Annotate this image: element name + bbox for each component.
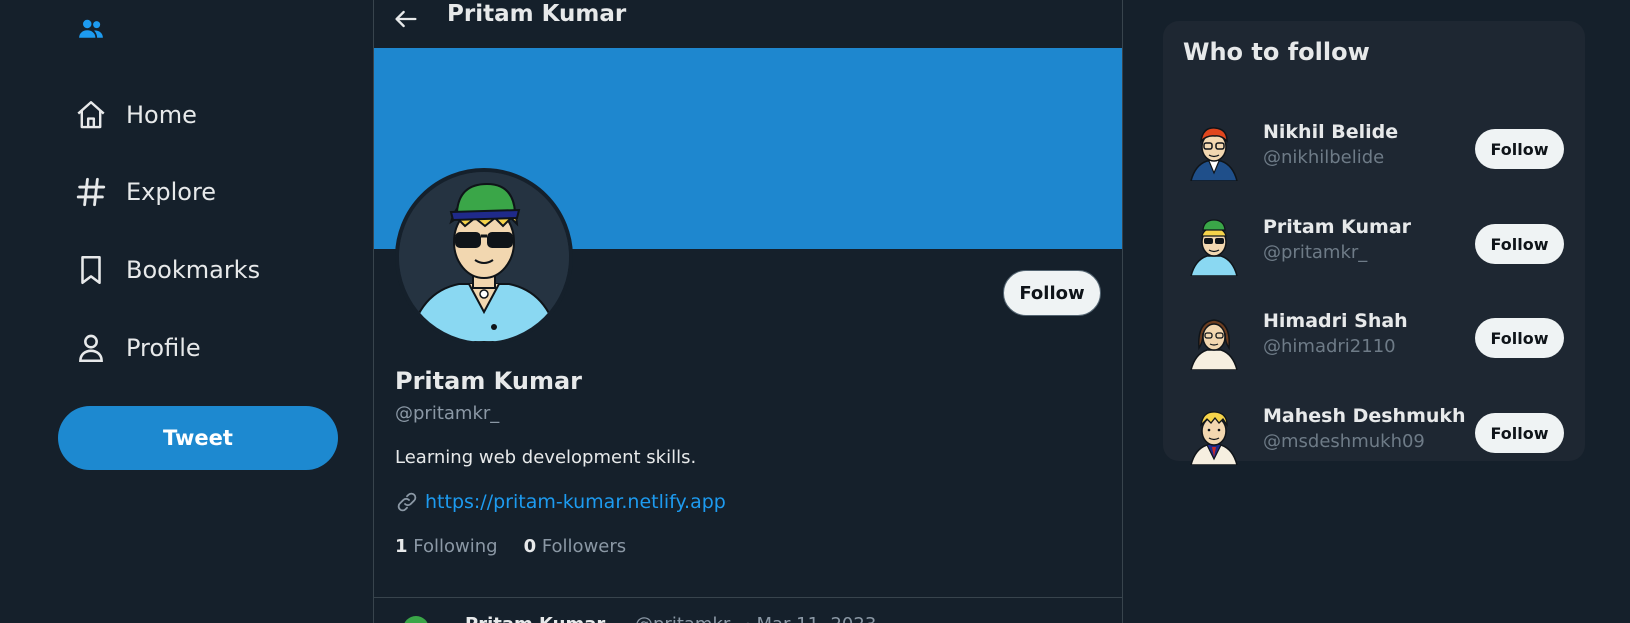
profile-bio: Learning web development skills.	[395, 447, 697, 468]
following-label: Following	[413, 536, 498, 557]
suggestion-handle: @nikhilbelide	[1263, 147, 1385, 168]
avatar	[1190, 219, 1238, 276]
followers-stat[interactable]: 0 Followers	[524, 536, 627, 557]
follow-button[interactable]: Follow	[1475, 413, 1564, 453]
nav-profile[interactable]: Profile	[74, 323, 201, 373]
page-title: Pritam Kumar	[447, 1, 627, 27]
follow-button[interactable]: Follow	[1475, 224, 1564, 264]
profile-stats: 1 Following 0 Followers	[395, 536, 626, 557]
nav-home[interactable]: Home	[74, 90, 197, 140]
arrow-left-icon[interactable]	[392, 5, 420, 33]
suggestion-name: Himadri Shah	[1263, 310, 1408, 332]
tweet-button[interactable]: Tweet	[58, 406, 338, 470]
following-count: 1	[395, 536, 408, 557]
suggestion-name: Nikhil Belide	[1263, 121, 1399, 143]
follow-button[interactable]: Follow	[1475, 129, 1564, 169]
nav-profile-label: Profile	[126, 334, 201, 362]
profile-header: Pritam Kumar	[374, 0, 1122, 48]
suggestion-name: Pritam Kumar	[1263, 216, 1412, 238]
avatar	[1190, 411, 1238, 465]
suggestion-row[interactable]: Nikhil Belide @nikhilbelide Follow	[1163, 113, 1585, 185]
followers-label: Followers	[541, 536, 627, 557]
avatar	[1190, 127, 1238, 181]
nav-home-label: Home	[126, 101, 197, 129]
user-icon	[79, 334, 103, 363]
tweet-meta: @pritamkr_ · Mar 11, 2023	[635, 614, 876, 623]
suggestion-name: Mahesh Deshmukh	[1263, 405, 1466, 427]
profile-link-row: https://pritam-kumar.netlify.app	[395, 490, 726, 514]
users-icon[interactable]	[76, 14, 106, 44]
divider	[374, 597, 1122, 598]
nav-explore[interactable]: Explore	[74, 167, 216, 217]
profile-website-link[interactable]: https://pritam-kumar.netlify.app	[425, 491, 726, 513]
suggestion-row[interactable]: Mahesh Deshmukh @msdeshmukh09 Follow	[1163, 397, 1585, 469]
bookmark-icon	[81, 255, 101, 285]
suggestion-handle: @msdeshmukh09	[1263, 431, 1425, 452]
home-icon	[77, 101, 105, 129]
who-to-follow-title: Who to follow	[1183, 38, 1370, 66]
link-icon	[397, 492, 417, 512]
followers-count: 0	[523, 536, 537, 557]
tweet-author-name: Pritam Kumar	[465, 614, 605, 623]
follow-button[interactable]: Follow	[1003, 270, 1101, 316]
nav-bookmarks-label: Bookmarks	[126, 256, 261, 284]
sidebar: Home Explore Bookmarks Profile Tweet	[0, 0, 373, 623]
avatar	[403, 616, 429, 623]
who-to-follow-panel: Who to follow Nikhil Belide @nikhilbelid…	[1163, 21, 1585, 465]
profile-avatar[interactable]	[395, 168, 573, 346]
suggestion-row[interactable]: Himadri Shah @himadri2110 Follow	[1163, 302, 1585, 374]
follow-button[interactable]: Follow	[1475, 318, 1564, 358]
profile-name: Pritam Kumar	[395, 367, 582, 395]
nav-explore-label: Explore	[126, 178, 217, 206]
avatar	[1190, 319, 1238, 370]
suggestion-row[interactable]: Pritam Kumar @pritamkr_ Follow	[1163, 208, 1585, 280]
tweet-preview[interactable]: Pritam Kumar @pritamkr_ · Mar 11, 2023	[395, 612, 1115, 623]
suggestion-handle: @pritamkr_	[1263, 242, 1368, 263]
avatar-illustration	[399, 172, 569, 342]
following-stat[interactable]: 1 Following	[395, 536, 498, 557]
hashtag-icon	[76, 177, 106, 207]
nav-bookmarks[interactable]: Bookmarks	[74, 245, 260, 295]
profile-handle: @pritamkr_	[395, 403, 500, 424]
profile-column: Pritam Kumar Follow Pritam Kumar @pritam…	[373, 0, 1123, 623]
suggestion-handle: @himadri2110	[1263, 336, 1396, 357]
